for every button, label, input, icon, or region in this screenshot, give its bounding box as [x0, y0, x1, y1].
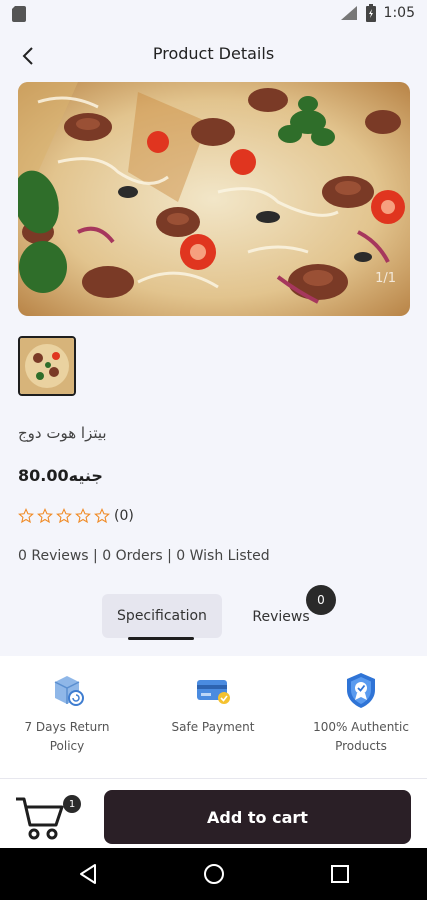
add-to-cart-button[interactable]: Add to cart	[104, 790, 411, 844]
pizza-thumbnail-image	[20, 338, 74, 394]
status-bar: 1:05	[0, 0, 427, 28]
features-section: 7 Days Return Policy Safe Payment 100% A…	[0, 656, 427, 778]
system-nav-bar	[0, 848, 427, 900]
product-price: 80.00جنيه	[18, 466, 103, 485]
nav-home-icon[interactable]	[202, 862, 226, 886]
product-image[interactable]: 1/1	[18, 82, 410, 316]
image-counter: 1/1	[375, 271, 396, 286]
sd-card-icon	[12, 6, 26, 22]
rating-count: (0)	[114, 508, 134, 524]
star-outline-icon	[56, 508, 72, 524]
feature-label: Policy	[49, 739, 85, 753]
feature-label: Products	[335, 739, 387, 753]
page-title: Product Details	[152, 44, 275, 63]
cart-count-badge: 1	[63, 795, 81, 813]
nav-recents-icon[interactable]	[328, 862, 352, 886]
battery-icon	[365, 4, 376, 22]
star-outline-icon	[94, 508, 110, 524]
tab-active-indicator	[128, 637, 194, 640]
signal-icon	[340, 6, 357, 20]
pizza-image	[18, 82, 410, 316]
tab-bar: Specification Reviews	[0, 594, 427, 644]
credit-card-icon	[197, 680, 230, 704]
reviews-count-badge: 0	[306, 585, 336, 615]
product-stats: 0 Reviews | 0 Orders | 0 Wish Listed	[18, 548, 270, 564]
tab-specification[interactable]: Specification	[102, 594, 222, 638]
nav-back-icon[interactable]	[76, 862, 100, 886]
bottom-action-bar: 1 Add to cart	[0, 778, 427, 848]
product-name: بيتزا هوت دوج	[18, 424, 107, 442]
feature-label: 100% Authentic	[313, 720, 409, 734]
feature-safe-payment: Safe Payment	[148, 670, 278, 737]
feature-label: 7 Days Return	[24, 720, 110, 734]
cart-icon	[16, 797, 64, 840]
status-time: 1:05	[383, 5, 415, 21]
feature-label: Safe Payment	[171, 720, 255, 734]
feature-return-policy: 7 Days Return Policy	[2, 670, 132, 756]
return-box-icon	[54, 676, 84, 706]
thumbnail[interactable]	[18, 336, 76, 396]
star-outline-icon	[18, 508, 34, 524]
rating: (0)	[18, 508, 134, 524]
feature-authentic-products: 100% Authentic Products	[296, 670, 426, 756]
shield-badge-icon	[347, 673, 375, 708]
star-outline-icon	[75, 508, 91, 524]
cart-button[interactable]	[14, 793, 66, 841]
star-outline-icon	[37, 508, 53, 524]
app-bar: Product Details	[0, 28, 427, 82]
